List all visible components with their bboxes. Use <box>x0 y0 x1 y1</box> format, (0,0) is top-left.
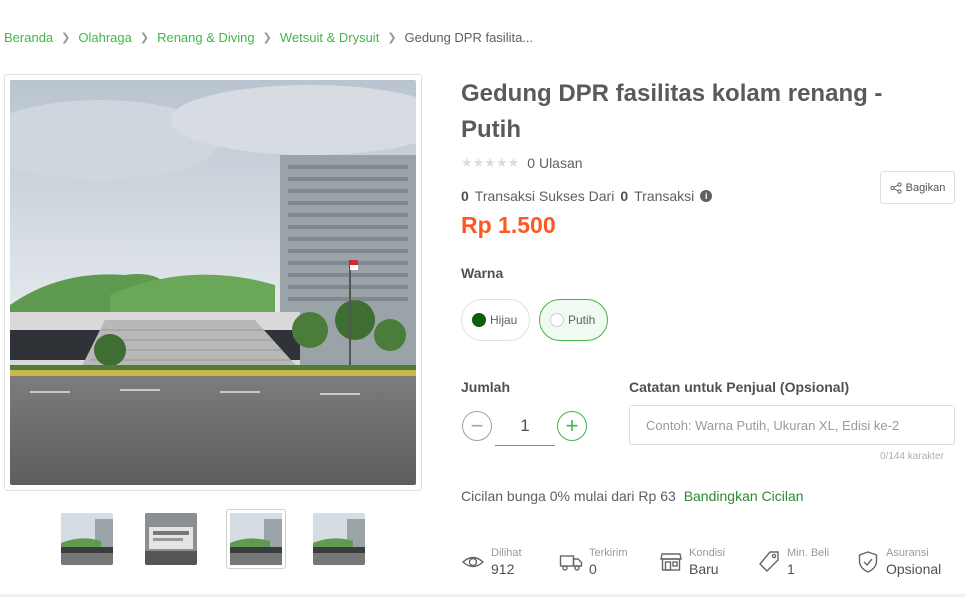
quantity-input[interactable] <box>495 406 555 446</box>
tx-total-label: Transaksi <box>634 188 695 204</box>
stat-shipped: Terkirim 0 <box>559 546 628 578</box>
stat-min-buy: Min. Beli 1 <box>757 546 829 578</box>
thumbnail-image <box>145 513 197 565</box>
shield-icon <box>858 551 878 573</box>
stat-value: Opsional <box>886 561 942 577</box>
product-title: Gedung DPR fasilitas kolam renang - Puti… <box>461 80 883 143</box>
building-photo-illustration <box>10 80 416 485</box>
thumbnail-image <box>313 513 365 565</box>
tx-success-count: 0 <box>461 188 469 204</box>
thumbnail-list <box>0 509 420 569</box>
thumbnail-4[interactable] <box>313 513 365 565</box>
minus-icon: − <box>470 413 484 438</box>
stat-label: Asuransi <box>886 547 929 559</box>
share-icon <box>890 181 902 194</box>
color-swatch-putih <box>550 313 564 327</box>
thumbnail-image <box>61 513 113 565</box>
product-photo <box>10 80 416 485</box>
color-swatch-hijau <box>472 313 486 327</box>
quantity-increment-button[interactable]: + <box>557 411 587 441</box>
rating-row: ★★★★★ 0 Ulasan <box>461 155 583 171</box>
stat-label: Kondisi <box>689 547 726 559</box>
rating-stars-icon: ★★★★★ <box>461 155 520 170</box>
thumbnail-3-active[interactable] <box>226 509 286 569</box>
variant-option-label: Hijau <box>490 313 518 327</box>
eye-icon <box>461 556 485 568</box>
stat-insurance: Asuransi Opsional <box>856 546 941 578</box>
chevron-right-icon: ❯ <box>387 32 397 44</box>
stat-value: 1 <box>787 561 795 577</box>
breadcrumb-olahraga[interactable]: Olahraga <box>78 30 131 45</box>
breadcrumb-current: Gedung DPR fasilita... <box>404 30 534 45</box>
thumbnail-2[interactable] <box>145 513 197 565</box>
breadcrumb-renang-diving[interactable]: Renang & Diving <box>157 30 255 45</box>
store-icon <box>660 553 682 571</box>
tx-success-label: Transaksi Sukses Dari <box>474 188 615 204</box>
review-count[interactable]: 0 Ulasan <box>527 155 582 171</box>
breadcrumb: Beranda ❯ Olahraga ❯ Renang & Diving ❯ W… <box>4 30 533 45</box>
variant-option-hijau[interactable]: Hijau <box>461 299 531 341</box>
chevron-right-icon: ❯ <box>61 32 71 44</box>
truck-icon <box>559 555 583 571</box>
stat-value: Baru <box>689 561 719 577</box>
quantity-decrement-button[interactable]: − <box>462 411 492 441</box>
seller-note-input[interactable] <box>629 405 955 445</box>
plus-icon: + <box>565 413 579 438</box>
note-label: Catatan untuk Penjual (Opsional) <box>629 379 850 395</box>
stat-value: 912 <box>491 561 515 577</box>
compare-installment-link[interactable]: Bandingkan Cicilan <box>684 488 804 504</box>
breadcrumb-home[interactable]: Beranda <box>4 30 53 45</box>
quantity-label: Jumlah <box>461 379 511 395</box>
product-main-image[interactable] <box>4 74 422 491</box>
share-button[interactable]: Bagikan <box>880 171 955 204</box>
stat-condition: Kondisi Baru <box>659 546 725 578</box>
tx-total-count: 0 <box>620 188 629 204</box>
variant-option-putih[interactable]: Putih <box>539 299 609 341</box>
installment-text: Cicilan bunga 0% mulai dari Rp 63 <box>461 488 676 504</box>
stat-label: Terkirim <box>589 547 628 559</box>
chevron-right-icon: ❯ <box>139 32 150 44</box>
transaction-summary: 0 Transaksi Sukses Dari 0 Transaksi i <box>461 188 713 204</box>
share-label: Bagikan <box>905 181 946 194</box>
variant-option-label: Putih <box>568 313 596 327</box>
installment-row: Cicilan bunga 0% mulai dari Rp 63 Bandin… <box>461 488 804 504</box>
thumbnail-image <box>230 513 282 565</box>
tag-icon <box>759 551 779 572</box>
stat-viewed: Dilihat 912 <box>461 546 522 578</box>
stat-label: Min. Beli <box>787 547 830 559</box>
breadcrumb-wetsuit-drysuit[interactable]: Wetsuit & Drysuit <box>280 30 379 45</box>
product-price: Rp 1.500 <box>461 212 556 238</box>
variant-label: Warna <box>461 265 504 281</box>
chevron-right-icon: ❯ <box>262 32 272 44</box>
thumbnail-1[interactable] <box>61 513 113 565</box>
stat-value: 0 <box>589 561 597 577</box>
note-char-counter: 0/144 karakter <box>880 451 944 462</box>
stat-label: Dilihat <box>491 547 522 559</box>
info-icon[interactable]: i <box>700 190 713 202</box>
